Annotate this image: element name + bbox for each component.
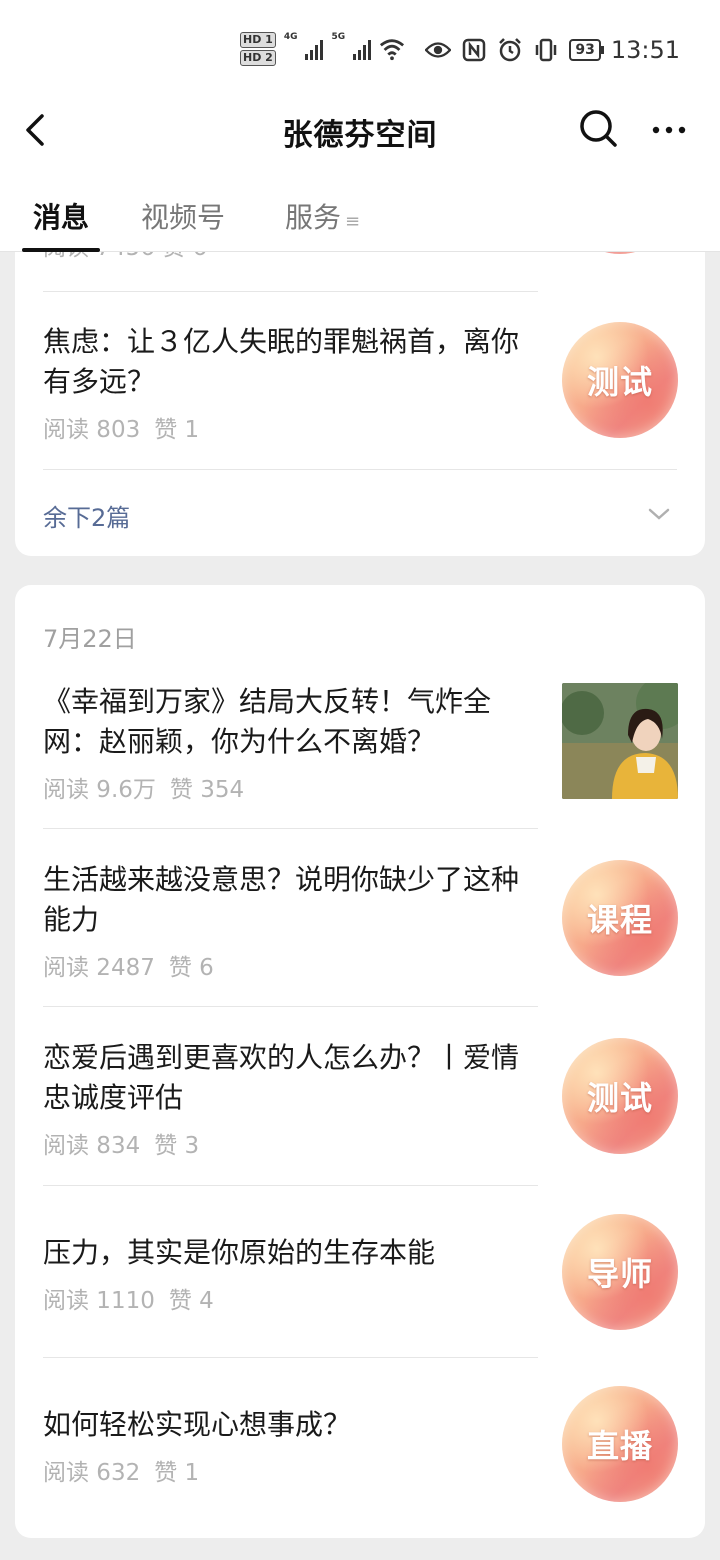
like-count: 赞 354	[169, 777, 245, 803]
search-icon[interactable]	[578, 108, 618, 148]
article-group-card: 7月22日 《幸福到万家》结局大反转！气炸全网：赵丽颖，你为什么不离婚？ 阅读 …	[15, 585, 705, 1538]
article-item[interactable]: 恋爱后遇到更喜欢的人怎么办？丨爱情忠诚度评估 阅读 834 赞 3	[43, 1038, 538, 1160]
like-count: 赞 1	[154, 417, 200, 443]
signal-icon	[353, 38, 372, 60]
article-meta: 阅读 1110 赞 4	[43, 1281, 538, 1315]
divider	[43, 469, 677, 470]
article-meta: 阅读 632 赞 1	[43, 1453, 538, 1487]
divider	[43, 1006, 538, 1007]
like-count: 赞 1	[154, 1460, 200, 1486]
article-title: 恋爱后遇到更喜欢的人怎么办？丨爱情忠诚度评估	[43, 1041, 520, 1114]
hd1-badge: HD 1	[240, 32, 276, 48]
divider	[43, 1357, 538, 1358]
article-thumbnail[interactable]: 导师	[562, 1214, 678, 1330]
more-options-icon[interactable]	[650, 110, 690, 150]
tab-services-label: 服务	[285, 201, 342, 234]
like-count: 赞 4	[168, 1288, 214, 1314]
wifi-icon	[379, 36, 405, 62]
vibrate-icon	[533, 37, 559, 63]
network-type-5g: 5G	[331, 32, 346, 42]
article-title: 如何轻松实现心想事成？	[43, 1408, 352, 1441]
chevron-down-icon[interactable]	[647, 502, 671, 526]
tab-bar: 消息 视频号 服务 ≡	[0, 160, 720, 252]
article-title: 压力，其实是你原始的生存本能	[43, 1236, 436, 1269]
article-group-card: 阅读 7456 赞 6 焦虑：让３亿人失眠的罪魁祸首，离你有多远？ 阅读 803…	[15, 200, 705, 556]
article-item[interactable]: 焦虑：让３亿人失眠的罪魁祸首，离你有多远？ 阅读 803 赞 1	[43, 322, 538, 444]
status-bar: HD 1 HD 2 4G 5G 93 13:51	[0, 0, 720, 100]
system-indicators: 93 13:51	[425, 36, 680, 64]
article-photo-thumbnail[interactable]	[562, 683, 678, 799]
article-title: 焦虑：让３亿人失眠的罪魁祸首，离你有多远？	[43, 325, 520, 398]
divider	[43, 828, 538, 829]
article-thumbnail[interactable]: 测试	[562, 1038, 678, 1154]
like-count: 赞 3	[154, 1133, 200, 1159]
thumbnail-badge: 测试	[586, 1079, 653, 1117]
publish-date: 7月22日	[43, 625, 137, 653]
expand-remaining-link[interactable]: 余下2篇	[43, 498, 130, 533]
article-item[interactable]: 如何轻松实现心想事成？ 阅读 632 赞 1	[43, 1405, 538, 1487]
thumbnail-badge: 直播	[586, 1427, 653, 1465]
tab-messages[interactable]: 消息	[33, 196, 89, 236]
article-item[interactable]: 压力，其实是你原始的生存本能 阅读 1110 赞 4	[43, 1233, 538, 1315]
divider	[43, 1185, 538, 1186]
article-meta: 阅读 2487 赞 6	[43, 948, 538, 982]
article-title: 生活越来越没意思？说明你缺少了这种能力	[43, 863, 520, 936]
article-meta: 阅读 9.6万赞 354	[43, 770, 538, 804]
read-count: 阅读 2487	[43, 955, 155, 981]
divider	[43, 291, 538, 292]
thumbnail-badge: 测试	[586, 363, 653, 401]
read-count: 阅读 803	[43, 417, 141, 443]
battery-indicator: 93	[569, 39, 605, 61]
article-item[interactable]: 生活越来越没意思？说明你缺少了这种能力 阅读 2487 赞 6	[43, 860, 538, 982]
article-meta: 阅读 803 赞 1	[43, 410, 538, 444]
signal-icon	[305, 38, 324, 60]
network-type-4g: 4G	[283, 32, 298, 42]
hd2-badge: HD 2	[240, 50, 276, 66]
active-tab-indicator	[22, 248, 100, 252]
like-count: 赞 6	[168, 955, 214, 981]
read-count: 阅读 9.6万	[43, 777, 156, 803]
article-meta: 阅读 834 赞 3	[43, 1126, 538, 1160]
article-thumbnail[interactable]: 课程	[562, 860, 678, 976]
article-item[interactable]: 《幸福到万家》结局大反转！气炸全网：赵丽颖，你为什么不离婚？ 阅读 9.6万赞 …	[43, 682, 538, 804]
read-count: 阅读 834	[43, 1133, 141, 1159]
nfc-icon	[461, 37, 487, 63]
clock: 13:51	[610, 36, 680, 64]
menu-icon: ≡	[345, 211, 361, 232]
article-title: 《幸福到万家》结局大反转！气炸全网：赵丽颖，你为什么不离婚？	[43, 685, 492, 758]
network-indicators: HD 1 HD 2 4G 5G	[240, 32, 405, 66]
eye-icon	[425, 37, 452, 63]
tab-channels[interactable]: 视频号	[141, 196, 225, 236]
read-count: 阅读 1110	[43, 1288, 155, 1314]
article-thumbnail[interactable]: 测试	[562, 322, 678, 438]
alarm-icon	[497, 37, 523, 63]
read-count: 阅读 632	[43, 1460, 141, 1486]
tab-services[interactable]: 服务 ≡	[285, 196, 360, 236]
article-thumbnail[interactable]: 直播	[562, 1386, 678, 1502]
thumbnail-badge: 导师	[586, 1255, 653, 1293]
top-navigation-bar: 张德芬空间	[0, 100, 720, 160]
thumbnail-badge: 课程	[586, 901, 653, 939]
